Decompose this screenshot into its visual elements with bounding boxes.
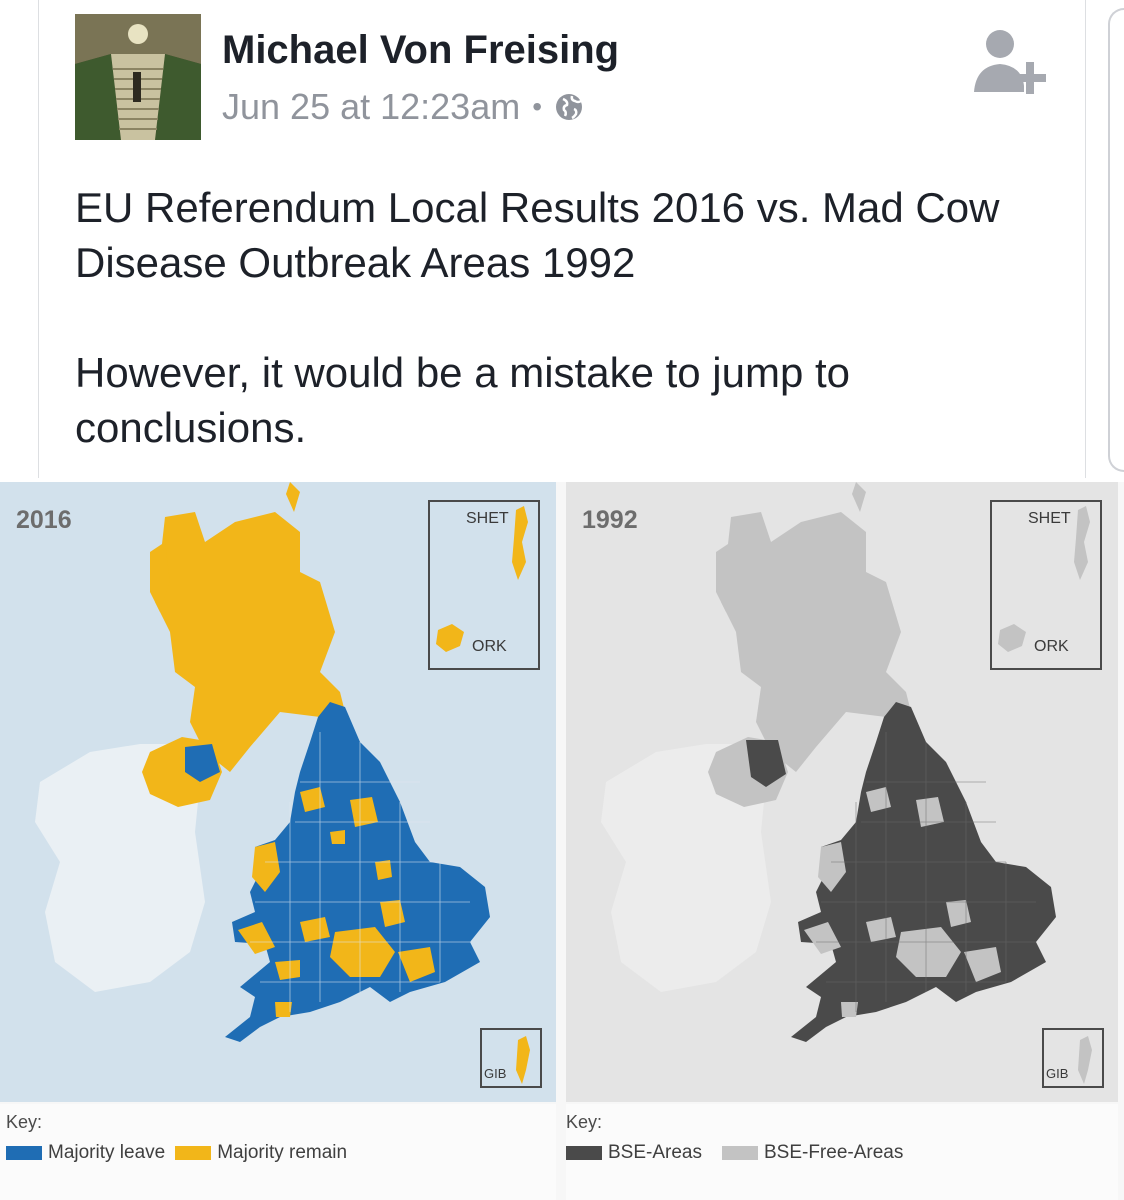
author-name[interactable]: Michael Von Freising <box>222 28 619 73</box>
key-label-majority-leave: Majority leave <box>48 1142 166 1163</box>
meta-separator: • <box>532 91 543 122</box>
swatch-majority-remain <box>175 1146 212 1160</box>
inset-label-ork: ORK <box>472 638 507 655</box>
post-image[interactable]: 2016 SHET ORK GIB 1992 SHET ORK GIB Key:… <box>0 482 1124 1200</box>
key-row: Majority leave Majority remain <box>6 1142 357 1164</box>
inset-label-shet: SHET <box>466 510 509 527</box>
year-label: 2016 <box>16 506 72 534</box>
scroll-rail[interactable] <box>1108 8 1124 472</box>
key-label-bse-free-areas: BSE-Free-Areas <box>763 1142 904 1163</box>
key-2016: Key: Majority leave Majority remain <box>0 1104 556 1200</box>
globe-icon[interactable] <box>554 92 584 122</box>
key-label-bse-areas: BSE-Areas <box>608 1142 702 1163</box>
inset-gibraltar: GIB <box>1042 1028 1104 1088</box>
key-label-majority-remain: Majority remain <box>217 1142 348 1163</box>
inset-gibraltar: GIB <box>480 1028 542 1088</box>
swatch-majority-leave <box>6 1146 42 1160</box>
post-timestamp[interactable]: Jun 25 at 12:23am <box>222 86 520 128</box>
post-text: EU Referendum Local Results 2016 vs. Mad… <box>75 180 1065 455</box>
avatar-photo <box>75 14 201 140</box>
inset-shetland-orkney: SHET ORK <box>990 500 1102 670</box>
key-title: Key: <box>6 1112 43 1132</box>
inset-label-ork: ORK <box>1034 638 1069 655</box>
swatch-bse-free-areas <box>721 1146 758 1160</box>
inset-label-gib: GIB <box>1046 1066 1069 1081</box>
key-row: BSE-Areas BSE-Free-Areas <box>566 1142 913 1164</box>
map-panel-2016: 2016 SHET ORK GIB <box>0 482 556 1102</box>
key-1992: Key: BSE-Areas BSE-Free-Areas <box>566 1104 1118 1200</box>
inset-shetland-orkney: SHET ORK <box>428 500 540 670</box>
inset-label-gib: GIB <box>484 1066 507 1081</box>
map-panel-1992: 1992 SHET ORK GIB <box>566 482 1118 1102</box>
year-label: 1992 <box>582 506 638 534</box>
swatch-bse-areas <box>566 1146 602 1160</box>
post-text-paragraph-1: EU Referendum Local Results 2016 vs. Mad… <box>75 184 1000 286</box>
post-meta: Jun 25 at 12:23am • <box>222 84 584 130</box>
inset-label-shet: SHET <box>1028 510 1071 527</box>
post-text-paragraph-2: However, it would be a mistake to jump t… <box>75 349 851 451</box>
add-friend-icon[interactable] <box>970 26 1050 102</box>
key-title: Key: <box>566 1112 603 1132</box>
avatar[interactable] <box>75 14 201 140</box>
